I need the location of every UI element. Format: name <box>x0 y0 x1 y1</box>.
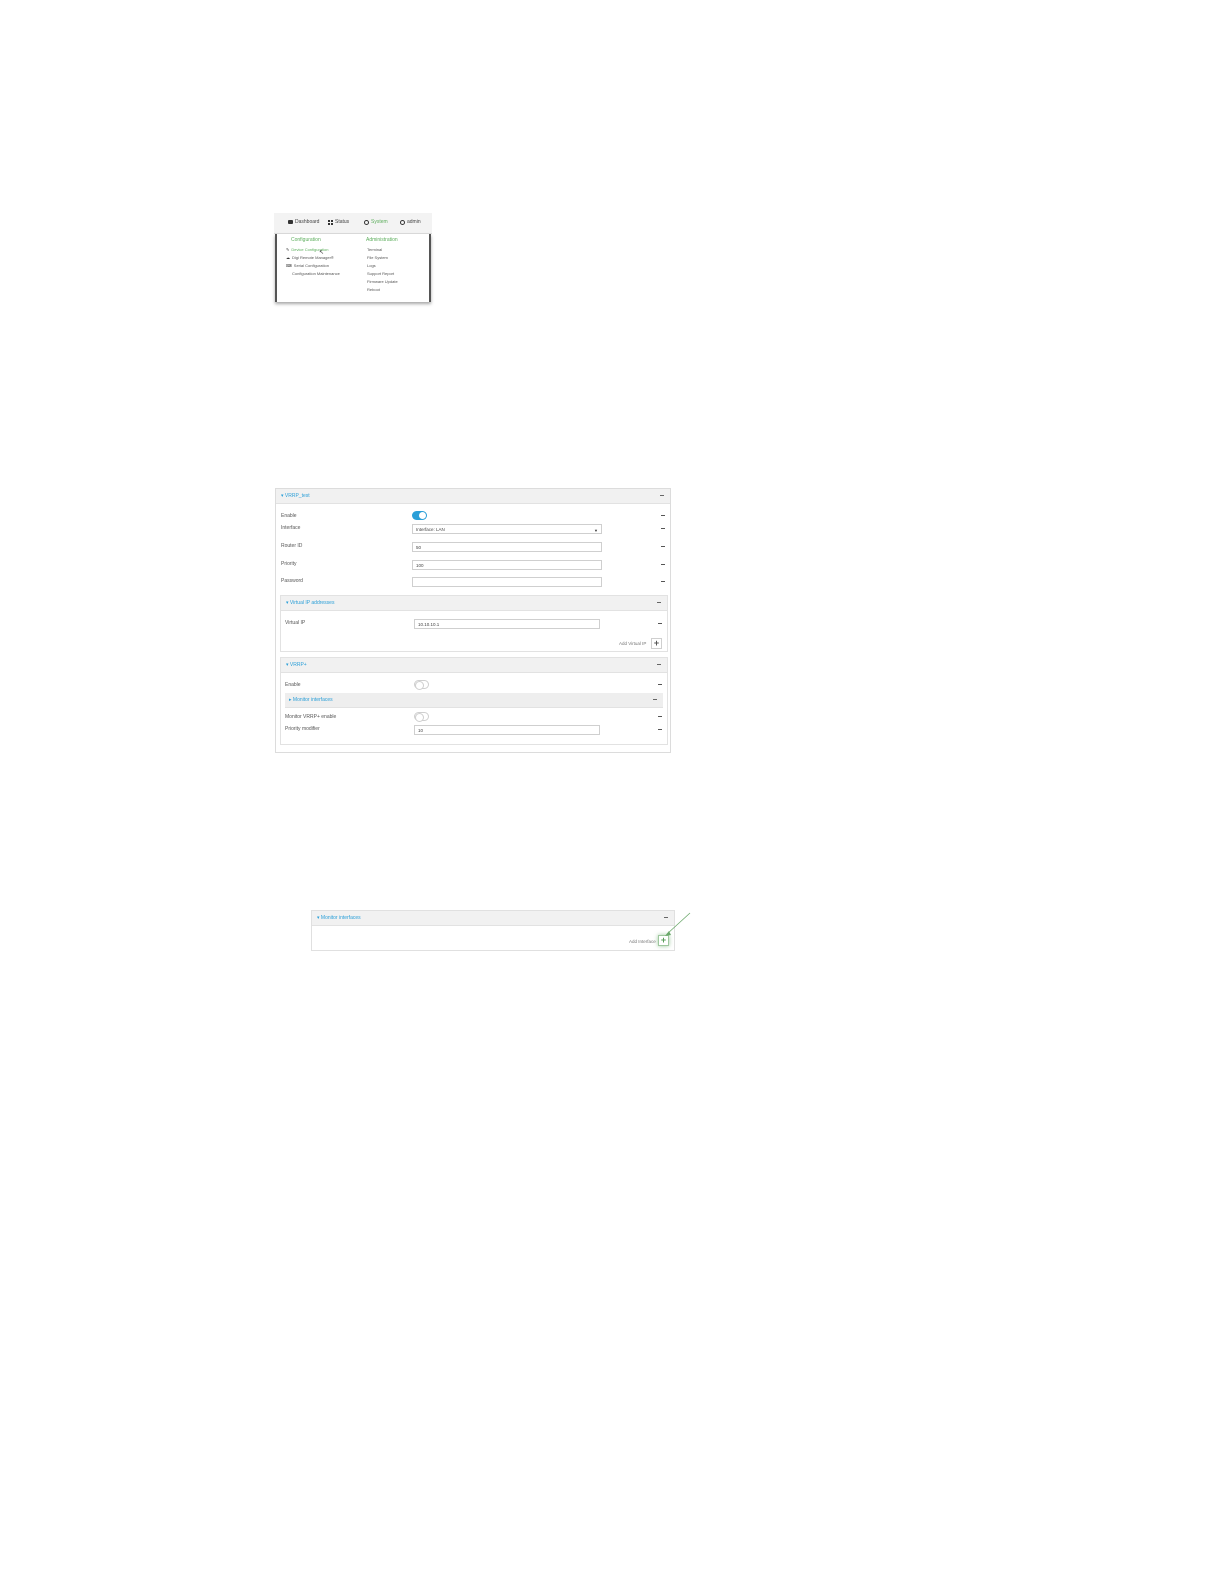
add-virtual-ip-label: Add Virtual IP <box>619 641 647 646</box>
menu-item-support-report[interactable]: Support Report <box>367 271 394 276</box>
vrrp-plus-section: ▾ VRRP+ Enable ▸ Monitor interfaces Moni… <box>280 657 668 745</box>
nav-system-label: System <box>371 219 388 225</box>
virtual-ip-title: ▾ Virtual IP addresses <box>286 600 335 606</box>
nav-admin-label: admin <box>407 219 421 225</box>
remove-icon[interactable] <box>661 546 665 547</box>
wrench-icon: ✎ <box>286 247 290 252</box>
nav-system[interactable]: System <box>364 219 388 225</box>
interface-label: Interface <box>281 525 301 531</box>
cloud-icon: ☁ <box>286 255 290 260</box>
router-id-value: 50 <box>416 545 422 550</box>
remove-icon[interactable] <box>658 623 662 624</box>
vrrp-plus-title: ▾ VRRP+ <box>286 662 307 668</box>
menu-item-serial-configuration[interactable]: ⌨ Serial Configuration <box>286 263 329 268</box>
menu-item-label: Terminal <box>367 247 383 252</box>
nav-admin[interactable]: admin <box>400 219 421 225</box>
menu-item-label: Support Report <box>367 271 395 276</box>
priority-input[interactable]: 100 <box>412 560 602 570</box>
monitor-enable-label: Monitor VRRP+ enable <box>285 714 337 720</box>
interface-select-value: Interface: LAN <box>416 527 445 532</box>
grid-icon <box>328 219 333 225</box>
menu-item-label: Digi Remote Manager® <box>292 255 334 260</box>
virtual-ip-value: 10.10.10.1 <box>418 622 440 627</box>
virtual-ip-section: ▾ Virtual IP addresses Virtual IP 10.10.… <box>280 595 668 652</box>
virtual-ip-header[interactable]: ▾ Virtual IP addresses <box>281 596 667 611</box>
collapse-icon[interactable] <box>657 664 661 665</box>
router-id-label: Router ID <box>281 543 303 549</box>
callout-arrow-icon <box>665 912 691 936</box>
serial-icon: ⌨ <box>286 263 292 268</box>
priority-modifier-label: Priority modifier <box>285 726 320 732</box>
menu-item-label: File System <box>367 255 388 260</box>
menu-item-label: Configuration Maintenance <box>292 271 340 276</box>
vrrp-form-screenshot: ▾ VRRP_test Enable Interface Interface: … <box>275 488 671 753</box>
mouse-pointer-icon: ↖ <box>319 250 325 256</box>
password-label: Password <box>281 578 303 584</box>
configuration-heading: Configuration <box>291 237 321 243</box>
system-menu-screenshot: Dashboard Status System admin Configurat… <box>274 213 432 302</box>
menu-item-label: Reboot <box>367 287 380 292</box>
remove-icon[interactable] <box>658 684 662 685</box>
menu-item-firmware-update[interactable]: Firmware Update <box>367 279 398 284</box>
priority-modifier-value: 10 <box>418 728 424 733</box>
monitor-interfaces-header[interactable]: ▸ Monitor interfaces <box>285 693 663 708</box>
remove-icon[interactable] <box>661 564 665 565</box>
enable-label: Enable <box>281 513 297 519</box>
collapse-icon[interactable] <box>653 699 657 700</box>
dashboard-icon <box>288 220 293 224</box>
remove-icon[interactable] <box>661 528 665 529</box>
vrrp-plus-enable-toggle[interactable] <box>414 680 429 690</box>
vrrp-instance-title: ▾ VRRP_test <box>281 493 310 499</box>
remove-icon[interactable] <box>658 716 662 717</box>
menu-item-label: Serial Configuration <box>293 263 329 268</box>
collapse-icon[interactable] <box>657 602 661 603</box>
collapse-icon[interactable] <box>660 495 664 496</box>
nav-dashboard[interactable]: Dashboard <box>288 219 319 225</box>
remove-icon[interactable] <box>661 581 665 582</box>
top-nav-bar: Dashboard Status System admin <box>274 213 432 234</box>
remove-icon[interactable] <box>661 515 665 516</box>
enable-toggle[interactable] <box>412 511 427 520</box>
virtual-ip-input[interactable]: 10.10.10.1 <box>414 619 600 629</box>
menu-item-remote-manager[interactable]: ☁ Digi Remote Manager® <box>286 255 334 260</box>
virtual-ip-label: Virtual IP <box>285 620 306 626</box>
vrrp-instance-header[interactable]: ▾ VRRP_test <box>276 489 670 504</box>
nav-status-label: Status <box>335 219 350 225</box>
vrrp-plus-header[interactable]: ▾ VRRP+ <box>281 658 667 673</box>
menu-item-label: Firmware Update <box>367 279 398 284</box>
monitor-enable-toggle[interactable] <box>414 712 429 722</box>
password-input[interactable] <box>412 577 602 587</box>
remove-icon[interactable] <box>658 729 662 730</box>
nav-status[interactable]: Status <box>328 219 349 225</box>
menu-item-terminal[interactable]: Terminal <box>367 247 382 252</box>
monitor-interfaces-title: ▾ Monitor interfaces <box>317 915 361 921</box>
menu-item-label: Logs <box>367 263 376 268</box>
menu-item-logs[interactable]: Logs <box>367 263 376 268</box>
system-dropdown: Configuration Administration ✎ Device Co… <box>275 234 431 302</box>
caret-down-icon: ▼ <box>594 528 598 533</box>
menu-item-configuration-maintenance[interactable]: Configuration Maintenance <box>292 271 340 276</box>
add-virtual-ip-button[interactable]: + <box>651 638 662 649</box>
user-icon <box>400 219 405 225</box>
router-id-input[interactable]: 50 <box>412 542 602 552</box>
menu-item-reboot[interactable]: Reboot <box>367 287 380 292</box>
gear-icon <box>364 219 369 225</box>
interface-select[interactable]: Interface: LAN ▼ <box>412 524 602 534</box>
menu-item-file-system[interactable]: File System <box>367 255 388 260</box>
administration-heading: Administration <box>366 237 398 243</box>
monitor-interfaces-screenshot: ▾ Monitor interfaces Add Interface + <box>311 910 675 951</box>
vrrp-plus-enable-label: Enable <box>285 682 301 688</box>
priority-label: Priority <box>281 561 297 567</box>
monitor-interfaces-header[interactable]: ▾ Monitor interfaces <box>312 911 674 926</box>
priority-value: 100 <box>416 563 424 568</box>
monitor-interfaces-title: ▸ Monitor interfaces <box>289 697 333 703</box>
nav-dashboard-label: Dashboard <box>295 219 320 225</box>
priority-modifier-input[interactable]: 10 <box>414 725 600 735</box>
